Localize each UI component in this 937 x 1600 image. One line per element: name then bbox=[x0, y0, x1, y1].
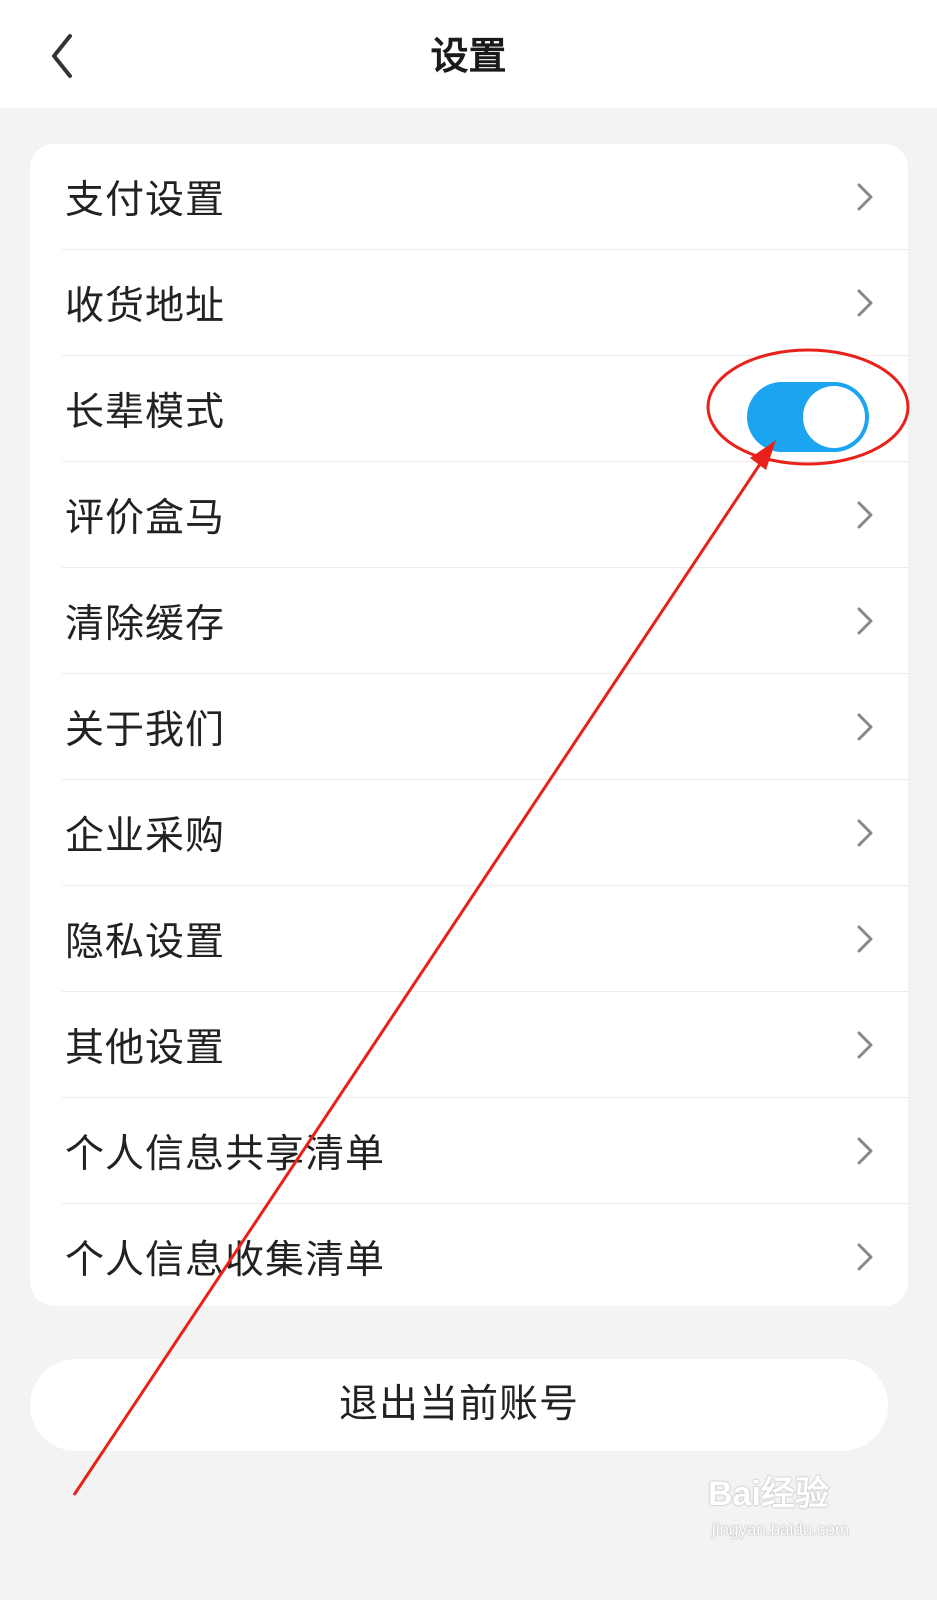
chevron-right-icon bbox=[857, 501, 873, 529]
chevron-right-icon bbox=[857, 1137, 873, 1165]
settings-item-clear-cache[interactable]: 清除缓存 bbox=[30, 568, 908, 674]
chevron-right-icon bbox=[857, 1243, 873, 1271]
settings-item-info-sharing[interactable]: 个人信息共享清单 bbox=[30, 1098, 908, 1204]
settings-item-address[interactable]: 收货地址 bbox=[30, 250, 908, 356]
logout-button[interactable]: 退出当前账号 bbox=[30, 1359, 888, 1451]
watermark-brand: Bai经验 bbox=[708, 1475, 829, 1513]
settings-item-about[interactable]: 关于我们 bbox=[30, 674, 908, 780]
settings-item-label: 收货地址 bbox=[65, 284, 226, 329]
elder-mode-toggle[interactable] bbox=[747, 382, 869, 452]
settings-item-label: 关于我们 bbox=[65, 708, 226, 753]
settings-item-elder-mode: 长辈模式 bbox=[30, 356, 908, 462]
chevron-right-icon bbox=[857, 713, 873, 741]
settings-item-label: 支付设置 bbox=[65, 178, 226, 223]
toggle-knob bbox=[803, 386, 865, 448]
settings-item-label: 隐私设置 bbox=[65, 920, 226, 965]
settings-item-label: 清除缓存 bbox=[65, 602, 226, 647]
settings-item-enterprise[interactable]: 企业采购 bbox=[30, 780, 908, 886]
settings-item-info-collection[interactable]: 个人信息收集清单 bbox=[30, 1204, 908, 1306]
settings-item-label: 其他设置 bbox=[65, 1026, 226, 1071]
page-title: 设置 bbox=[430, 34, 507, 78]
settings-list: 支付设置 收货地址 长辈模式 评价盒马 清除缓存 关于我们 企业采购 隐私设置 bbox=[30, 144, 908, 1306]
chevron-right-icon bbox=[857, 819, 873, 847]
chevron-right-icon bbox=[857, 925, 873, 953]
chevron-right-icon bbox=[857, 1031, 873, 1059]
settings-item-label: 企业采购 bbox=[65, 814, 226, 859]
settings-item-rate[interactable]: 评价盒马 bbox=[30, 462, 908, 568]
baidu-jingyan-watermark: Bai经验 jingyan.baidu.com bbox=[708, 1466, 908, 1556]
settings-item-privacy[interactable]: 隐私设置 bbox=[30, 886, 908, 992]
settings-item-label: 个人信息收集清单 bbox=[65, 1238, 386, 1283]
settings-item-other[interactable]: 其他设置 bbox=[30, 992, 908, 1098]
header-bar: 设置 bbox=[0, 0, 937, 108]
chevron-right-icon bbox=[857, 289, 873, 317]
settings-item-label: 个人信息共享清单 bbox=[65, 1132, 386, 1177]
chevron-right-icon bbox=[857, 607, 873, 635]
settings-item-payment[interactable]: 支付设置 bbox=[30, 144, 908, 250]
chevron-right-icon bbox=[857, 183, 873, 211]
settings-item-label: 评价盒马 bbox=[65, 496, 226, 541]
settings-item-label: 长辈模式 bbox=[65, 390, 226, 435]
watermark-url: jingyan.baidu.com bbox=[712, 1520, 850, 1539]
